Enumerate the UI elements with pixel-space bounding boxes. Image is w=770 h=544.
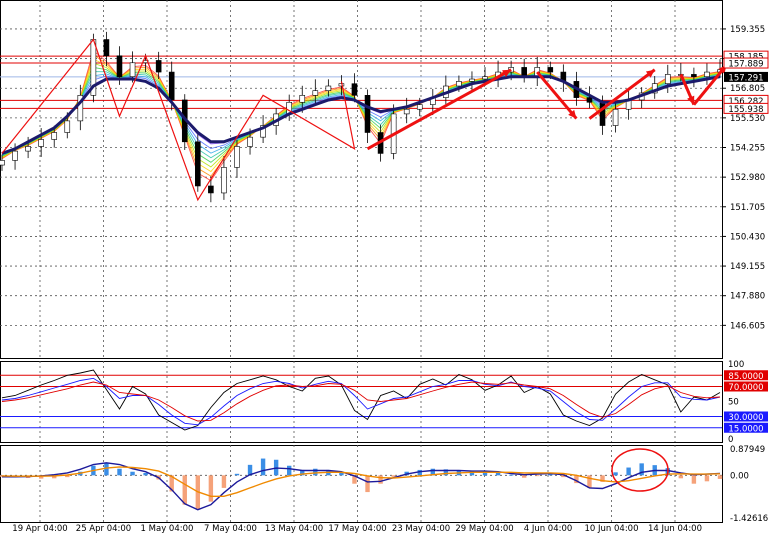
macd-histogram-bar [104, 463, 109, 476]
y-tick-label: 147.880 [730, 292, 765, 302]
stoch-side-label: 0 [728, 435, 733, 445]
stochastic-panel-frame [0, 361, 723, 443]
macd-histogram-bar [365, 475, 370, 493]
chart-root: 159.355158.080156.805155.530154.255152.9… [0, 0, 770, 540]
macd-histogram-bar [613, 472, 618, 476]
macd-histogram-bar [508, 474, 514, 476]
candle-body [247, 136, 253, 147]
macd-histogram-bar [587, 475, 592, 488]
candle-body [547, 67, 554, 73]
candle-body [234, 146, 240, 168]
candle-body [416, 104, 423, 110]
current-price-label: 157.291 [728, 73, 763, 83]
candle-body [155, 60, 162, 73]
candle-body [38, 139, 44, 147]
macd-histogram-bar [535, 475, 540, 477]
macd-histogram-bar [704, 475, 710, 482]
candle-body [351, 83, 358, 96]
candle-body [221, 167, 227, 194]
candle-body [456, 81, 462, 87]
y-tick-label: 156.805 [730, 84, 765, 94]
candle-body [312, 90, 319, 96]
y-tick-label: 155.530 [730, 114, 765, 124]
candle-body [612, 108, 619, 126]
macd-histogram-bar [260, 458, 266, 476]
macd-histogram-bar [287, 465, 292, 476]
y-axis-labels: 159.355158.080156.805155.530154.255152.9… [722, 25, 769, 524]
candle-body [12, 150, 18, 161]
x-tick-label: 25 Apr 04:00 [76, 524, 131, 534]
candle-body [129, 62, 136, 78]
x-tick-label: 7 May 04:00 [204, 524, 257, 534]
candle-body [364, 95, 371, 133]
x-tick-label: 1 May 04:00 [141, 524, 194, 534]
x-tick-label: 29 May 04:00 [455, 524, 513, 534]
stoch-side-label: 50 [728, 398, 739, 408]
macd-histogram-bar [521, 475, 527, 478]
candle-body [25, 146, 31, 152]
x-tick-label: 17 May 04:00 [328, 524, 386, 534]
candle-body [482, 76, 488, 80]
x-tick-label: 4 Jun 04:00 [524, 524, 573, 534]
macd-histogram-bar [117, 468, 122, 476]
macd-histogram-bar [717, 475, 723, 479]
macd-histogram-bar [378, 475, 383, 484]
stoch-level-label: 85.0000 [728, 372, 763, 382]
x-tick-label: 10 Jun 04:00 [585, 524, 639, 534]
level-tag-label: 155.938 [728, 105, 763, 115]
macd-histogram-bar [339, 472, 344, 476]
macd-histogram-bar [313, 468, 318, 476]
x-tick-label: 13 May 04:00 [265, 524, 323, 534]
y-tick-label: 146.605 [730, 321, 765, 331]
macd-histogram-bar [130, 471, 135, 476]
x-tick-label: 14 Jun 04:00 [648, 524, 702, 534]
macd-histogram-bar [626, 467, 631, 476]
macd-histogram-bar [208, 475, 214, 502]
stoch-side-label: 100 [728, 360, 744, 370]
candle-body [664, 74, 671, 84]
candle-body [51, 132, 58, 140]
y-tick-label: 152.980 [730, 173, 765, 183]
y-tick-label: 149.155 [730, 262, 765, 272]
candle-body [325, 85, 332, 91]
macd-histogram-bar [143, 472, 148, 476]
candle-body [116, 55, 123, 78]
macd-histogram-bar [691, 475, 697, 484]
candle-body [195, 141, 201, 187]
level-tag-label: 157.889 [728, 60, 763, 70]
chart-svg: 159.355158.080156.805155.530154.255152.9… [0, 0, 769, 534]
macd-tick-label: -1.42616 [730, 514, 768, 524]
y-tick-label: 154.255 [730, 144, 765, 154]
candle-body [168, 71, 175, 101]
macd-histogram-bar [678, 475, 684, 479]
macd-tick-label: 0.00 [730, 471, 749, 481]
candle-body [208, 185, 214, 194]
x-tick-label: 23 May 04:00 [392, 524, 450, 534]
macd-histogram-bar [221, 475, 227, 488]
candle-body [691, 74, 697, 78]
candle-body [103, 39, 110, 57]
x-axis-labels: 19 Apr 04:00 25 Apr 04:00 1 May 04:00 7 May… [12, 524, 702, 534]
stoch-level-label: 30.0000 [728, 413, 763, 423]
candle-body [586, 97, 593, 103]
macd-histogram-bar [182, 475, 187, 505]
candle-body [403, 108, 410, 115]
candle-body [469, 78, 475, 82]
stoch-level-label: 70.0000 [728, 383, 763, 393]
candle-body [0, 160, 5, 166]
macd-histogram-bar [234, 473, 240, 476]
candle-body [299, 95, 306, 103]
y-tick-label: 159.355 [730, 25, 765, 35]
candle-body [64, 120, 71, 133]
macd-tick-label: 0.87949 [730, 445, 765, 455]
y-tick-label: 150.430 [730, 232, 765, 242]
candle-body [704, 71, 710, 78]
y-tick-label: 151.705 [730, 203, 765, 213]
x-tick-label: 19 Apr 04:00 [12, 524, 67, 534]
stoch-level-label: 15.0000 [728, 424, 763, 434]
